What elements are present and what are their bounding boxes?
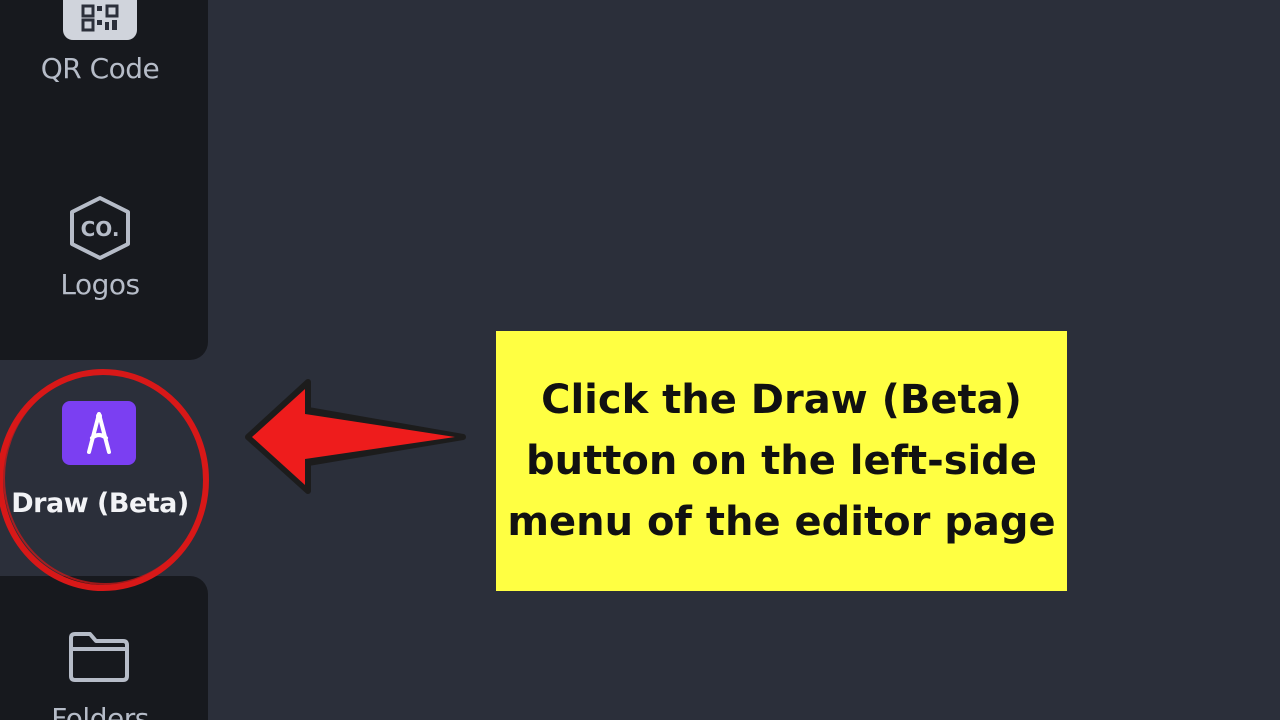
sidebar-item-qr-code[interactable]: QR Code [0, 0, 200, 100]
sidebar-item-folders[interactable]: Folders [0, 620, 200, 720]
sidebar-item-label: Folders [51, 702, 149, 720]
callout-text: Click the Draw (Beta) button on the left… [497, 370, 1065, 553]
sidebar-item-logos[interactable]: CO. Logos [0, 190, 200, 310]
callout-line: button on the left-side [525, 437, 1037, 484]
sidebar-item-label: QR Code [40, 52, 160, 85]
sidebar-item-draw-beta[interactable]: Draw (Beta) [0, 395, 200, 535]
folder-icon [69, 632, 129, 682]
callout-line: menu of the editor page [507, 498, 1056, 545]
sidebar-item-label: Draw (Beta) [11, 488, 189, 519]
callout-line: Click the Draw (Beta) [541, 376, 1022, 423]
sidebar-item-label: Logos [60, 268, 140, 301]
qr-code-icon [63, 0, 137, 40]
red-arrow-icon [245, 379, 466, 494]
logos-icon-text: CO. [81, 217, 120, 241]
editor-screen: QR Code CO. Logos Draw (Beta) Folders Cl… [0, 0, 1280, 720]
draw-icon [62, 401, 136, 465]
instruction-callout: Click the Draw (Beta) button on the left… [496, 331, 1067, 591]
logo-hexagon-icon: CO. [70, 196, 130, 260]
